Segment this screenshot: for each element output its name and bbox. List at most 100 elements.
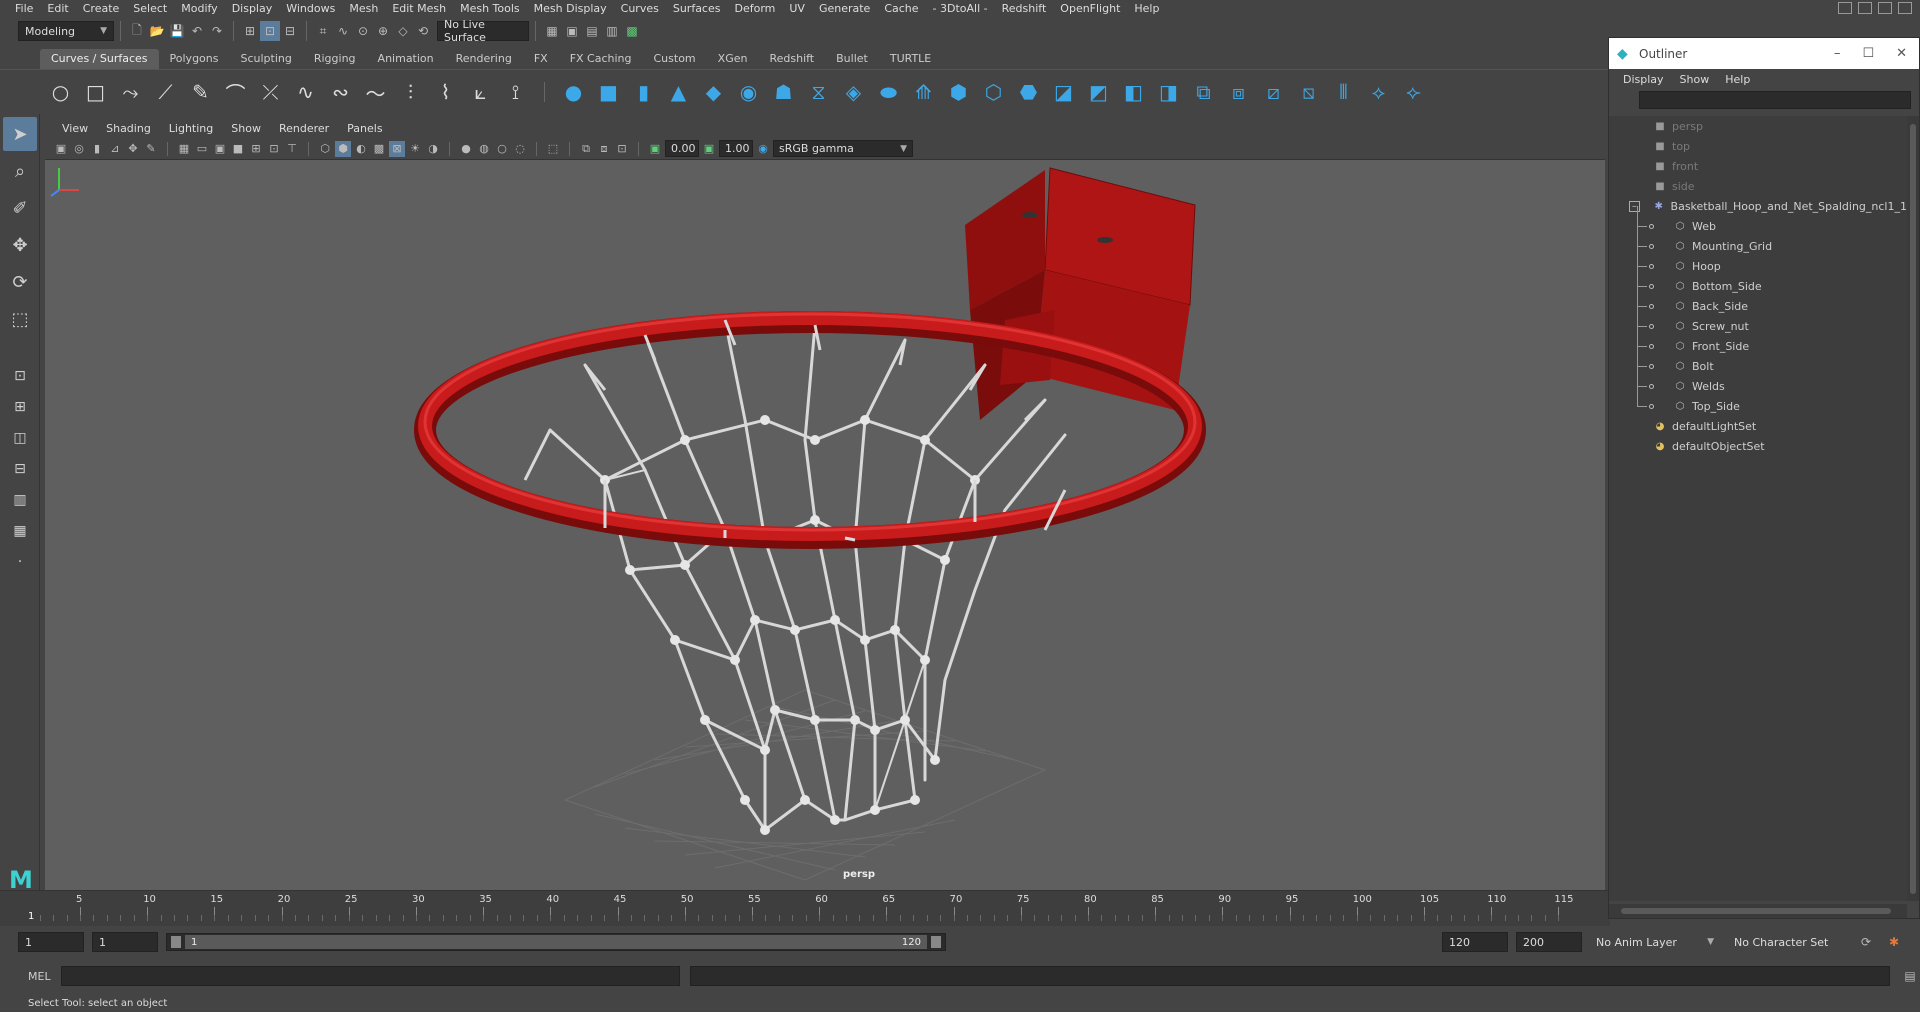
view-transform-dropdown[interactable]: sRGB gamma ▼ xyxy=(773,140,913,157)
intersect-icon[interactable]: ◩ xyxy=(1086,80,1111,105)
outliner-item-default-object-set[interactable]: ◕ defaultObjectSet xyxy=(1609,436,1907,456)
render-settings-icon[interactable]: ▦ xyxy=(542,21,562,41)
menu-3dtoall[interactable]: - 3DtoAll - xyxy=(926,2,995,15)
auto-key-icon[interactable]: ⟳ xyxy=(1856,932,1876,952)
outliner-item-root[interactable]: – ✱ Basketball_Hoop_and_Net_Spalding_ncl… xyxy=(1609,196,1907,216)
nurbs-cube-icon[interactable]: ■ xyxy=(596,80,621,105)
tab-redshift[interactable]: Redshift xyxy=(758,49,825,69)
persp-graph-layout-icon[interactable]: ⊟ xyxy=(3,455,37,483)
snap-point-icon[interactable]: ⊙ xyxy=(353,21,373,41)
safe-title-icon[interactable]: ⊤ xyxy=(284,141,300,157)
booleans-icon[interactable]: ⧉ xyxy=(1191,80,1216,105)
textured-icon[interactable]: ▩ xyxy=(371,141,387,157)
menu-help[interactable]: Help xyxy=(1127,2,1166,15)
outliner-item-persp[interactable]: ■ persp xyxy=(1609,116,1907,136)
select-component-icon[interactable]: ⊟ xyxy=(280,21,300,41)
snap-curve-icon[interactable]: ∿ xyxy=(333,21,353,41)
revolve-icon[interactable]: ☗ xyxy=(771,80,796,105)
outliner-item-top-side[interactable]: ⬡ Top_Side xyxy=(1609,396,1907,416)
outliner-item-web[interactable]: ⬡ Web xyxy=(1609,216,1907,236)
layout-icon[interactable] xyxy=(1898,2,1912,14)
image-plane-icon[interactable]: ⊿ xyxy=(107,141,123,157)
undo-icon[interactable]: ↶ xyxy=(187,21,207,41)
menu-modify[interactable]: Modify xyxy=(174,2,224,15)
panel-menu-view[interactable]: View xyxy=(53,122,97,135)
range-end-handle[interactable] xyxy=(931,936,941,948)
outliner-menu-help[interactable]: Help xyxy=(1717,73,1758,86)
tab-turtle[interactable]: TURTLE xyxy=(879,49,942,69)
menu-mesh[interactable]: Mesh xyxy=(342,2,385,15)
attach-curves-icon[interactable]: ⤫ xyxy=(258,80,283,105)
tab-animation[interactable]: Animation xyxy=(367,49,445,69)
menu-redshift[interactable]: Redshift xyxy=(995,2,1054,15)
outliner-layout-icon[interactable]: ▦ xyxy=(3,517,37,545)
nurbs-circle-icon[interactable]: ○ xyxy=(48,80,73,105)
select-tool-icon[interactable]: ➤ xyxy=(3,117,37,151)
arc-icon[interactable]: ⌒ xyxy=(223,80,248,106)
menu-uv[interactable]: UV xyxy=(782,2,812,15)
loft-icon[interactable]: ⧖ xyxy=(806,80,831,105)
outliner-item-back-side[interactable]: ⬡ Back_Side xyxy=(1609,296,1907,316)
range-start-handle[interactable] xyxy=(171,936,181,948)
character-set-dropdown[interactable]: No Character Set xyxy=(1728,932,1848,952)
hypershade-icon[interactable]: ▩ xyxy=(622,21,642,41)
tab-fx[interactable]: FX xyxy=(523,49,559,69)
open-close-icon[interactable]: ⫴ xyxy=(1331,80,1356,105)
outliner-search-input[interactable] xyxy=(1639,91,1911,109)
layout-icon[interactable] xyxy=(1878,2,1892,14)
menu-select[interactable]: Select xyxy=(126,2,174,15)
viewport-persp[interactable]: persp xyxy=(45,160,1605,890)
render-frame-icon[interactable]: ▣ xyxy=(562,21,582,41)
side-by-side-layout-icon[interactable]: ◫ xyxy=(3,424,37,452)
maximize-icon[interactable]: ☐ xyxy=(1862,46,1874,61)
new-scene-icon[interactable]: 🗋 xyxy=(127,21,147,41)
rebuild-curve-icon[interactable]: ⌇ xyxy=(433,80,458,105)
boundary-icon[interactable]: ⬡ xyxy=(981,80,1006,105)
panel-menu-panels[interactable]: Panels xyxy=(338,122,391,135)
scale-tool-icon[interactable]: ⬚ xyxy=(3,302,37,336)
snap-surface-icon[interactable]: ◇ xyxy=(393,21,413,41)
outliner-item-front-side[interactable]: ⬡ Front_Side xyxy=(1609,336,1907,356)
nurbs-torus-icon[interactable]: ◉ xyxy=(736,80,761,105)
shadows-icon[interactable]: ◑ xyxy=(425,141,441,157)
outliner-item-welds[interactable]: ⬡ Welds xyxy=(1609,376,1907,396)
xray-icon[interactable]: ⧉ xyxy=(578,141,594,157)
smooth-shade-icon[interactable]: ⬢ xyxy=(335,140,351,157)
outliner-titlebar[interactable]: ◆ Outliner – ☐ ✕ xyxy=(1609,38,1919,69)
detach-surfaces-icon[interactable]: ⧄ xyxy=(1261,80,1286,105)
exposure-field[interactable]: 0.00 xyxy=(665,140,699,157)
surface-editing-icon[interactable]: ⟣ xyxy=(1401,80,1426,105)
more-layouts-icon[interactable]: · xyxy=(3,548,37,576)
tab-custom[interactable]: Custom xyxy=(643,49,707,69)
tab-rigging[interactable]: Rigging xyxy=(303,49,367,69)
scene-start-field[interactable]: 1 xyxy=(18,932,84,952)
square-surface-icon[interactable]: ⬣ xyxy=(1016,80,1041,105)
menu-surfaces[interactable]: Surfaces xyxy=(666,2,728,15)
depth-of-field-icon[interactable]: ◌ xyxy=(512,141,528,157)
four-view-layout-icon[interactable]: ⊞ xyxy=(3,393,37,421)
single-perspective-layout-icon[interactable]: ⊡ xyxy=(3,362,37,390)
two-d-pan-icon[interactable]: ✥ xyxy=(125,141,141,157)
ep-curve-icon[interactable]: ⟋ xyxy=(153,80,178,105)
motion-blur-icon[interactable]: ◍ xyxy=(476,141,492,157)
bookmark-icon[interactable]: ▮ xyxy=(89,141,105,157)
insert-knot-icon[interactable]: ∾ xyxy=(328,80,353,105)
wireframe-on-shaded-icon[interactable]: ⊠ xyxy=(389,140,405,157)
align-surfaces-icon[interactable]: ⧅ xyxy=(1296,80,1321,105)
menu-create[interactable]: Create xyxy=(76,2,127,15)
render-view-icon[interactable]: ▥ xyxy=(602,21,622,41)
script-editor-icon[interactable]: ▤ xyxy=(1900,966,1920,986)
color-management-icon[interactable]: ◉ xyxy=(755,141,771,157)
minimize-icon[interactable]: – xyxy=(1834,46,1841,61)
outliner-item-front[interactable]: ■ front xyxy=(1609,156,1907,176)
save-scene-icon[interactable]: 💾 xyxy=(167,21,187,41)
panel-menu-shading[interactable]: Shading xyxy=(97,122,160,135)
layout-icon[interactable] xyxy=(1838,2,1852,14)
nurbs-square-icon[interactable]: □ xyxy=(83,80,108,105)
menu-mesh-display[interactable]: Mesh Display xyxy=(527,2,614,15)
tab-polygons[interactable]: Polygons xyxy=(159,49,230,69)
attach-surfaces-icon[interactable]: ⧈ xyxy=(1226,80,1251,105)
live-surface-field[interactable]: No Live Surface xyxy=(437,18,529,44)
panel-menu-renderer[interactable]: Renderer xyxy=(270,122,338,135)
move-tool-icon[interactable]: ✥ xyxy=(3,228,37,262)
